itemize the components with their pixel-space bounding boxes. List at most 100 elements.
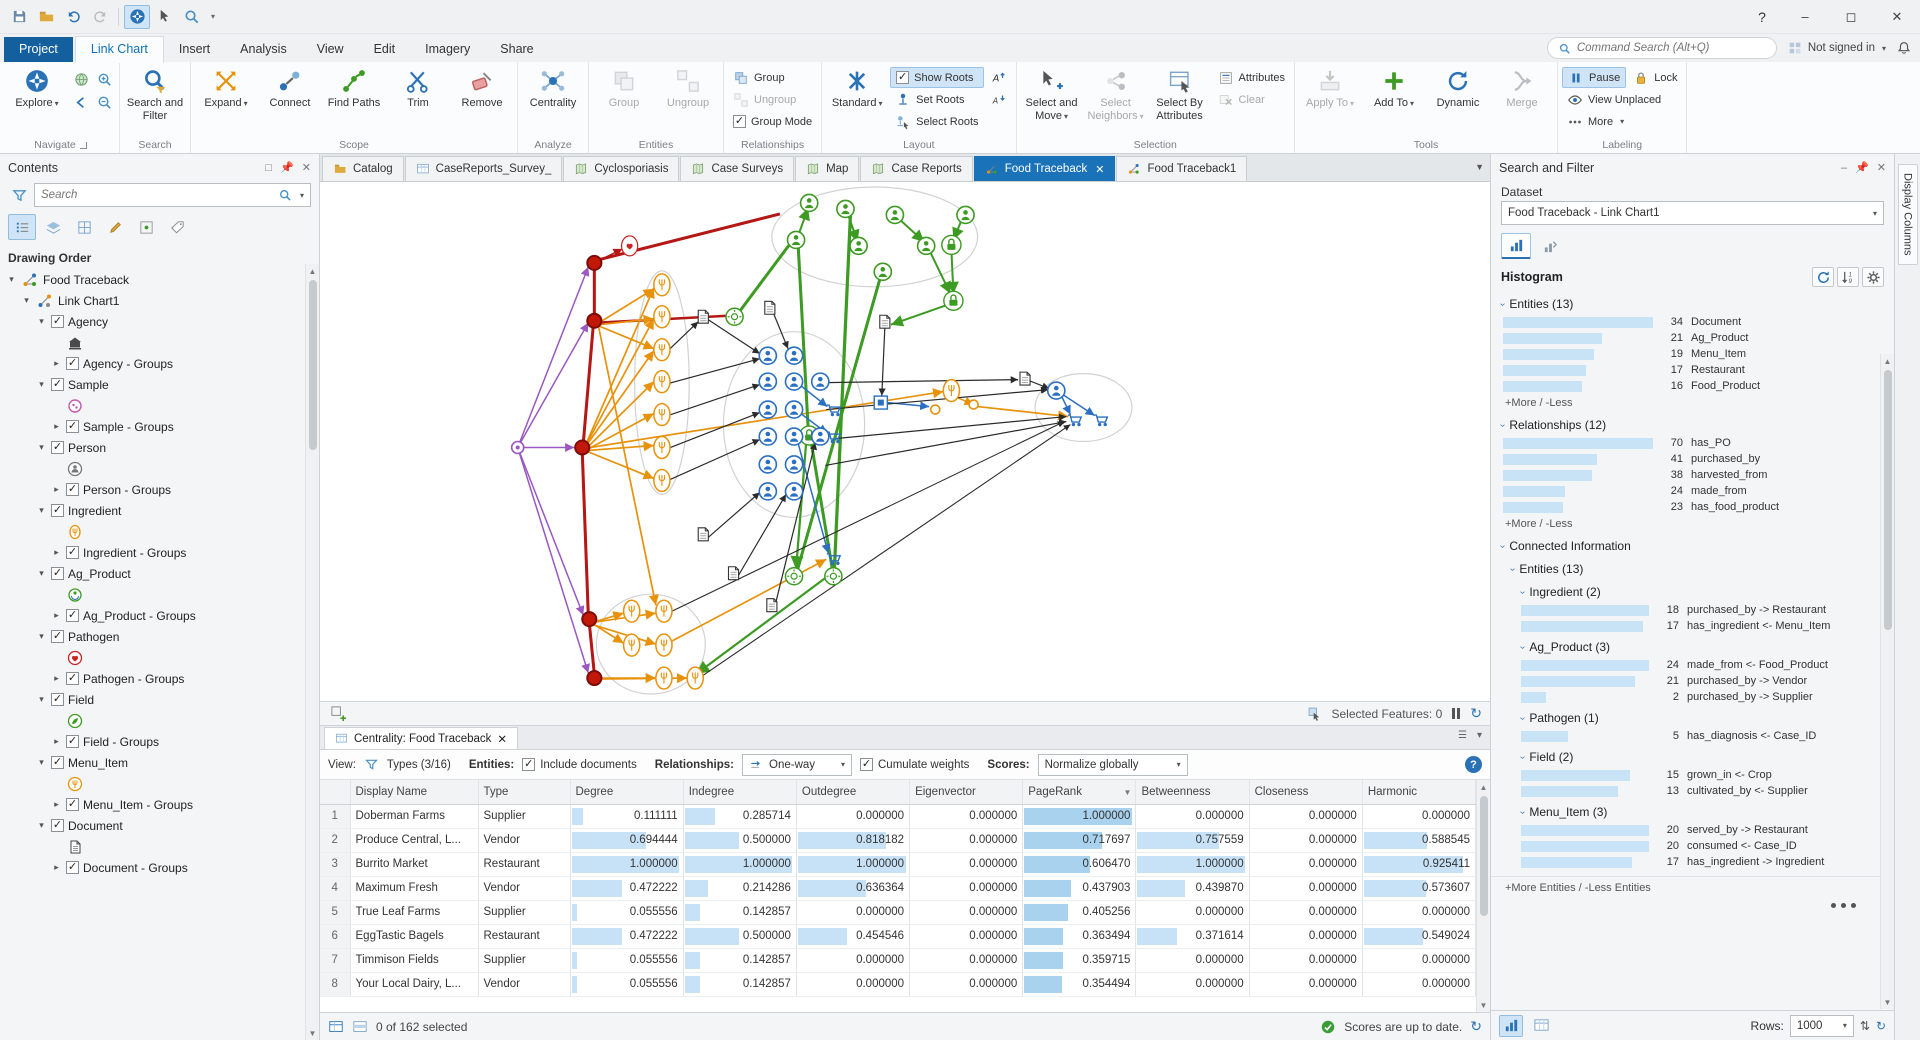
pin-icon[interactable]: 📌 xyxy=(1855,161,1869,174)
close-pane-icon[interactable]: ✕ xyxy=(302,161,311,174)
save-button[interactable] xyxy=(6,5,32,29)
centrality-table-tab[interactable]: Centrality: Food Traceback ✕ xyxy=(324,727,519,749)
close-button[interactable]: ✕ xyxy=(1874,0,1920,34)
expander-icon[interactable]: ▾ xyxy=(36,820,47,831)
more-less-link[interactable]: +More / -Less xyxy=(1491,515,1880,533)
query-tab-button[interactable] xyxy=(1535,233,1565,259)
tree-item[interactable]: ▸ Menu_Item - Groups xyxy=(0,794,319,815)
attributes-button[interactable]: Attributes xyxy=(1213,67,1290,88)
expander-icon[interactable]: ▾ xyxy=(36,631,47,642)
standard-layout-button[interactable]: Standard ▾ xyxy=(826,64,888,137)
tree-item[interactable] xyxy=(0,395,319,416)
column-header-betweenness[interactable]: Betweenness xyxy=(1135,780,1250,805)
connected-group-header[interactable]: › Field (2) xyxy=(1491,744,1880,767)
tree-item[interactable]: ▾ Agency xyxy=(0,311,319,332)
relationships-direction-select[interactable]: One-way ▾ xyxy=(742,753,852,776)
refresh-button[interactable]: ↻ xyxy=(1470,705,1482,722)
layer-checkbox[interactable] xyxy=(51,567,64,580)
ribbon-tab-edit[interactable]: Edit xyxy=(359,37,411,62)
table-row[interactable]: 4 Maximum Fresh Vendor 0.472222 0.214286 0.63… xyxy=(320,876,1477,901)
column-header-pagerank[interactable]: PageRank ▼ xyxy=(1022,780,1137,805)
undo-button[interactable] xyxy=(60,5,86,29)
histogram-tab-button[interactable] xyxy=(1501,233,1531,259)
pin-icon[interactable]: 📌 xyxy=(280,161,294,174)
tree-item[interactable] xyxy=(0,458,319,479)
tree-item[interactable] xyxy=(0,836,319,857)
table-row[interactable]: 7 Timmison Fields Supplier 0.055556 0.142857… xyxy=(320,948,1477,973)
minimize-button[interactable]: – xyxy=(1782,0,1828,34)
ribbon-tab-imagery[interactable]: Imagery xyxy=(410,37,485,62)
tree-item[interactable]: ▾ Field xyxy=(0,689,319,710)
tree-item[interactable]: ▾ Link Chart1 xyxy=(0,290,319,311)
expander-icon[interactable]: ▾ xyxy=(21,295,32,306)
table-view-button[interactable] xyxy=(1529,1015,1553,1037)
menu-icon[interactable]: – xyxy=(1841,162,1847,174)
tree-item[interactable]: ▾ Sample xyxy=(0,374,319,395)
histogram-section-header[interactable]: › Relationships (12) xyxy=(1491,412,1880,435)
tree-item[interactable] xyxy=(0,584,319,605)
set-roots-button[interactable]: Set Roots xyxy=(890,89,983,110)
select-and-move-button[interactable]: Select and Move ▾ xyxy=(1021,64,1083,137)
tree-item[interactable] xyxy=(0,773,319,794)
link-chart-canvas[interactable] xyxy=(320,182,1490,701)
close-table-icon[interactable]: ✕ xyxy=(497,732,507,746)
document-tab-catalog[interactable]: Catalog xyxy=(322,156,404,181)
recalculate-button[interactable]: ↻ xyxy=(1470,1018,1482,1035)
histogram-bar-row[interactable]: 16 Food_Product xyxy=(1491,378,1880,394)
rows-count-select[interactable]: 1000 ▾ xyxy=(1789,1014,1854,1037)
snapping-view-button[interactable] xyxy=(132,214,160,240)
add-layer-button[interactable] xyxy=(328,704,348,724)
document-tab-case-reports[interactable]: Case Reports xyxy=(860,156,973,181)
drawing-order-view-button[interactable] xyxy=(8,214,36,240)
connected-group-header[interactable]: › Ingredient (2) xyxy=(1491,579,1880,602)
fixed-zoom-in-button[interactable] xyxy=(93,68,115,90)
ribbon-tab-project[interactable]: Project xyxy=(4,37,73,62)
document-tab-food-traceback[interactable]: Food Traceback ✕ xyxy=(973,156,1116,181)
fixed-zoom-out-button[interactable] xyxy=(93,91,115,113)
tree-item[interactable]: ▸ Agency - Groups xyxy=(0,353,319,374)
layer-checkbox[interactable] xyxy=(66,735,79,748)
tree-item[interactable]: ▸ Sample - Groups xyxy=(0,416,319,437)
layer-checkbox[interactable] xyxy=(66,420,79,433)
histogram-bar-row[interactable]: 23 has_food_product xyxy=(1491,499,1880,515)
navigate-launcher-icon[interactable] xyxy=(79,141,87,149)
tree-item[interactable]: ▸ Ingredient - Groups xyxy=(0,542,319,563)
histogram-bar-row[interactable]: 24 made_from <- Food_Product xyxy=(1491,657,1880,673)
column-header-closeness[interactable]: Closeness xyxy=(1249,780,1363,805)
more-labeling-button[interactable]: More ▾ xyxy=(1562,111,1682,132)
histogram-bar-row[interactable]: 21 purchased_by -> Vendor xyxy=(1491,673,1880,689)
data-source-view-button[interactable] xyxy=(39,214,67,240)
clear-selection-button[interactable]: Clear xyxy=(1213,89,1290,110)
select-roots-button[interactable]: Select Roots xyxy=(890,111,983,132)
tree-item[interactable]: ▸ Ag_Product - Groups xyxy=(0,605,319,626)
trim-button[interactable]: Trim xyxy=(387,64,449,137)
tab-list-caret-icon[interactable]: ▼ xyxy=(1475,162,1484,172)
column-header-indegree[interactable]: Indegree xyxy=(683,780,797,805)
column-header-degree[interactable]: Degree xyxy=(570,780,684,805)
layer-checkbox[interactable] xyxy=(51,819,64,832)
layer-checkbox[interactable] xyxy=(66,672,79,685)
histogram-bar-row[interactable]: 2 purchased_by -> Supplier xyxy=(1491,689,1880,705)
connected-group-header[interactable]: › Ag_Product (3) xyxy=(1491,634,1880,657)
lock-labels-button[interactable]: Lock xyxy=(1628,67,1682,88)
histogram-bar-row[interactable]: 20 served_by -> Restaurant xyxy=(1491,822,1880,838)
ribbon-tab-analysis[interactable]: Analysis xyxy=(225,37,302,62)
histogram-bar-row[interactable]: 15 grown_in <- Crop xyxy=(1491,767,1880,783)
expander-icon[interactable]: ▾ xyxy=(36,694,47,705)
full-extent-button[interactable] xyxy=(70,68,92,90)
expander-icon[interactable]: ▸ xyxy=(51,673,62,684)
expand-button[interactable]: Expand ▾ xyxy=(195,64,257,137)
ribbon-tab-share[interactable]: Share xyxy=(485,37,548,62)
expander-icon[interactable]: ▾ xyxy=(36,316,47,327)
tree-item[interactable]: ▸ Person - Groups xyxy=(0,479,319,500)
layer-checkbox[interactable] xyxy=(66,861,79,874)
include-documents-checkbox[interactable]: Include documents xyxy=(522,758,637,771)
tree-item[interactable] xyxy=(0,332,319,353)
filter-button[interactable] xyxy=(8,184,30,206)
expander-icon[interactable]: ▸ xyxy=(51,862,62,873)
table-row[interactable]: 2 Produce Central, L... Vendor 0.694444 0.50… xyxy=(320,828,1477,853)
table-caret-icon[interactable]: ▾ xyxy=(1477,730,1482,741)
maximize-button[interactable]: ◻ xyxy=(1828,0,1874,34)
layer-checkbox[interactable] xyxy=(51,378,64,391)
tree-item[interactable]: ▾ Person xyxy=(0,437,319,458)
